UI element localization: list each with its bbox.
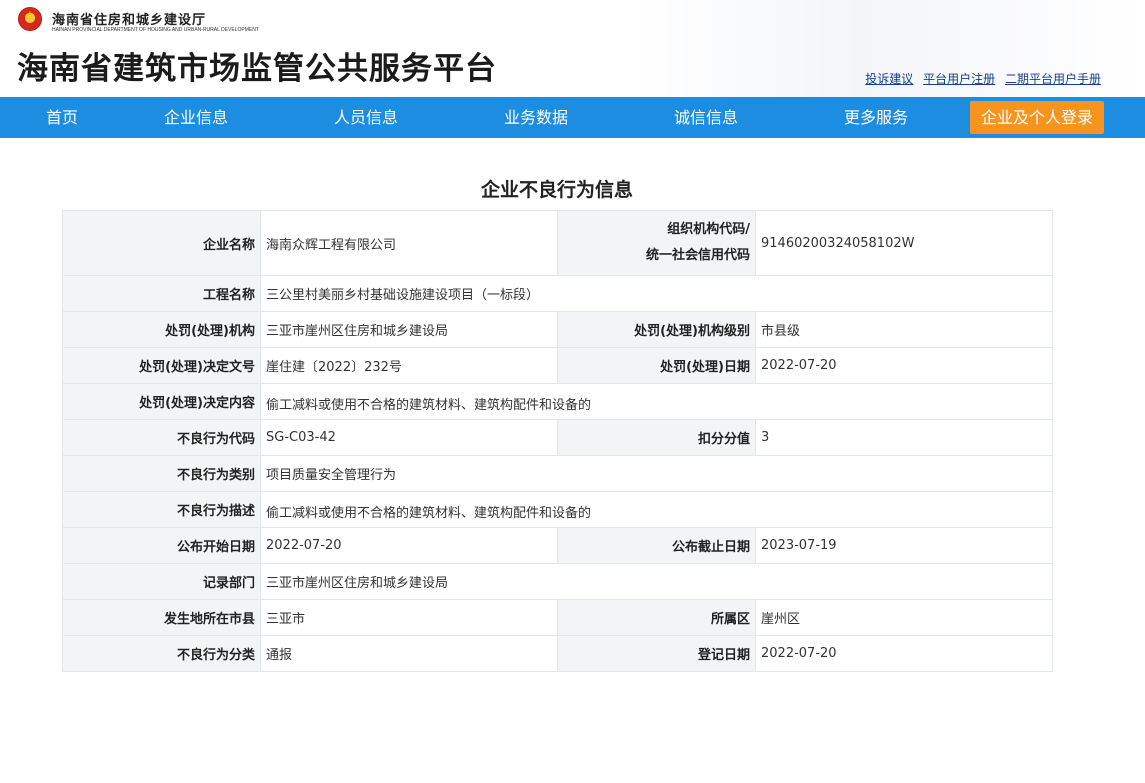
nav-home[interactable]: 首页: [22, 97, 102, 138]
org-code-value: 91460200324058102W: [755, 210, 1053, 276]
table-row: 工程名称 三公里村美丽乡村基础设施建设项目（一标段）: [62, 275, 1053, 312]
district-label: 所属区: [557, 599, 756, 636]
authority-label: 处罚(处理)机构: [62, 311, 261, 348]
city-value: 三亚市: [260, 599, 558, 636]
behavior-type-label: 不良行为类别: [62, 455, 261, 492]
page-title: 企业不良行为信息: [480, 179, 633, 201]
nav-personnel-info[interactable]: 人员信息: [320, 97, 412, 138]
table-row: 不良行为描述 偷工减料或使用不合格的建筑材料、建筑构配件和设备的: [62, 491, 1053, 528]
district-value: 崖州区: [755, 599, 1053, 636]
company-name-label: 企业名称: [62, 210, 261, 276]
nav-more-services[interactable]: 更多服务: [830, 97, 922, 138]
table-row: 不良行为分类 通报 登记日期 2022-07-20: [62, 635, 1053, 672]
decision-date-value: 2022-07-20: [755, 347, 1053, 384]
table-row: 记录部门 三亚市崖州区住房和城乡建设局: [62, 563, 1053, 600]
nav-credit-info[interactable]: 诚信信息: [660, 97, 752, 138]
site-title: 海南省建筑市场监管公共服务平台: [17, 51, 497, 87]
register-date-label: 登记日期: [557, 635, 756, 672]
dept-name: 海南省住房和城乡建设厅: [52, 13, 207, 28]
decision-content-label: 处罚(处理)决定内容: [62, 383, 261, 420]
org-code-label-line2: 统一社会信用代码: [645, 248, 750, 263]
register-date-value: 2022-07-20: [755, 635, 1053, 672]
org-code-label-line1: 组织机构代码/: [667, 222, 750, 237]
authority-value: 三亚市崖州区住房和城乡建设局: [260, 311, 558, 348]
behavior-desc-value: 偷工减料或使用不合格的建筑材料、建筑构配件和设备的: [260, 491, 1053, 528]
behavior-code-value: SG-C03-42: [260, 419, 558, 456]
behavior-desc-label: 不良行为描述: [62, 491, 261, 528]
behavior-type-value: 项目质量安全管理行为: [260, 455, 1053, 492]
dept-name-en: HAINAN PROVINCIAL DEPARTMENT OF HOUSING …: [52, 27, 259, 33]
publish-end-label: 公布截止日期: [557, 527, 756, 564]
nav-business-data[interactable]: 业务数据: [490, 97, 582, 138]
table-row: 发生地所在市县 三亚市 所属区 崖州区: [62, 599, 1053, 636]
table-row: 不良行为代码 SG-C03-42 扣分分值 3: [62, 419, 1053, 456]
publish-start-label: 公布开始日期: [62, 527, 261, 564]
city-label: 发生地所在市县: [62, 599, 261, 636]
manual-link[interactable]: 二期平台用户手册: [1005, 72, 1101, 86]
project-label: 工程名称: [62, 275, 261, 312]
login-button[interactable]: 企业及个人登录: [970, 101, 1104, 134]
score-value: 3: [755, 419, 1053, 456]
category-value: 通报: [260, 635, 558, 672]
behavior-code-label: 不良行为代码: [62, 419, 261, 456]
org-code-label: 组织机构代码/ 统一社会信用代码: [557, 210, 756, 276]
register-link[interactable]: 平台用户注册: [923, 72, 995, 86]
table-row: 公布开始日期 2022-07-20 公布截止日期 2023-07-19: [62, 527, 1053, 564]
national-emblem-icon: [18, 7, 42, 31]
decision-no-label: 处罚(处理)决定文号: [62, 347, 261, 384]
authority-level-value: 市县级: [755, 311, 1053, 348]
category-label: 不良行为分类: [62, 635, 261, 672]
record-dept-label: 记录部门: [62, 563, 261, 600]
table-row: 企业名称 海南众辉工程有限公司 组织机构代码/ 统一社会信用代码 9146020…: [62, 210, 1053, 276]
top-links: 投诉建议 平台用户注册 二期平台用户手册: [859, 70, 1101, 87]
table-row: 不良行为类别 项目质量安全管理行为: [62, 455, 1053, 492]
decision-date-label: 处罚(处理)日期: [557, 347, 756, 384]
decision-no-value: 崖住建〔2022〕232号: [260, 347, 558, 384]
table-row: 处罚(处理)决定内容 偷工减料或使用不合格的建筑材料、建筑构配件和设备的: [62, 383, 1053, 420]
table-row: 处罚(处理)决定文号 崖住建〔2022〕232号 处罚(处理)日期 2022-0…: [62, 347, 1053, 384]
main-nav: 首页 企业信息 人员信息 业务数据 诚信信息 更多服务 企业及个人登录: [0, 97, 1145, 138]
site-header: 海南省住房和城乡建设厅 HAINAN PROVINCIAL DEPARTMENT…: [0, 0, 1145, 97]
publish-end-value: 2023-07-19: [755, 527, 1053, 564]
decision-content-value: 偷工减料或使用不合格的建筑材料、建筑构配件和设备的: [260, 383, 1053, 420]
bad-behavior-table: 企业名称 海南众辉工程有限公司 组织机构代码/ 统一社会信用代码 9146020…: [62, 210, 1053, 672]
record-dept-value: 三亚市崖州区住房和城乡建设局: [260, 563, 1053, 600]
complaint-link[interactable]: 投诉建议: [865, 72, 913, 86]
nav-company-info[interactable]: 企业信息: [150, 97, 242, 138]
company-name-value: 海南众辉工程有限公司: [260, 210, 558, 276]
table-row: 处罚(处理)机构 三亚市崖州区住房和城乡建设局 处罚(处理)机构级别 市县级: [62, 311, 1053, 348]
publish-start-value: 2022-07-20: [260, 527, 558, 564]
project-value: 三公里村美丽乡村基础设施建设项目（一标段）: [260, 275, 1053, 312]
authority-level-label: 处罚(处理)机构级别: [557, 311, 756, 348]
score-label: 扣分分值: [557, 419, 756, 456]
